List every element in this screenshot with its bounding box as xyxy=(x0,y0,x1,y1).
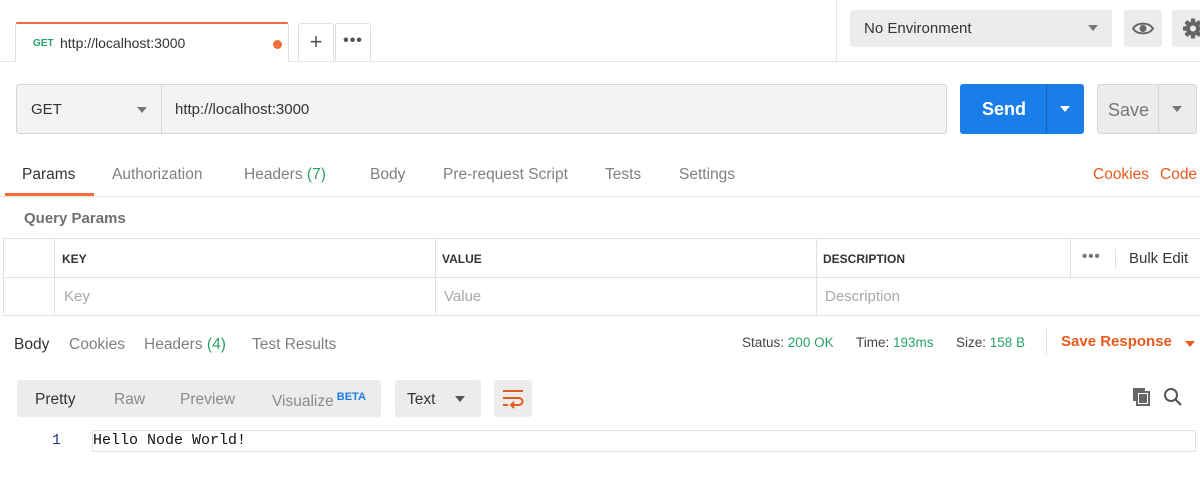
query-params-table: KEY VALUE DESCRIPTION ••• Bulk Edit Key … xyxy=(3,238,1200,316)
response-tab-test-results[interactable]: Test Results xyxy=(252,336,336,354)
save-response-button[interactable]: Save Response xyxy=(1061,333,1195,350)
wrap-lines-button[interactable] xyxy=(494,380,532,417)
time-readout: Time: 193ms xyxy=(856,335,934,350)
divider xyxy=(1115,249,1116,269)
status-value: 200 OK xyxy=(787,335,834,350)
divider xyxy=(435,239,436,316)
send-button[interactable]: Send xyxy=(960,84,1084,134)
divider xyxy=(4,277,1200,278)
format-toolbar: Pretty Raw Preview Visualize BETA xyxy=(17,380,381,417)
environment-label: No Environment xyxy=(864,20,972,37)
column-header-description: DESCRIPTION xyxy=(823,252,906,266)
query-params-title: Query Params xyxy=(24,210,126,227)
tab-headers[interactable]: Headers (7) xyxy=(244,166,326,184)
tab-more-button[interactable]: ••• xyxy=(335,23,371,61)
value-input[interactable]: Value xyxy=(444,288,481,305)
tab-body[interactable]: Body xyxy=(370,166,405,184)
key-input[interactable]: Key xyxy=(64,288,90,305)
gear-icon xyxy=(1183,18,1200,39)
size-readout: Size: 158 B xyxy=(956,335,1025,350)
save-button[interactable]: Save xyxy=(1097,84,1197,134)
response-tabs: Body Cookies Headers (4) Test Results St… xyxy=(0,324,1200,366)
description-input[interactable]: Description xyxy=(825,288,900,305)
response-tab-headers[interactable]: Headers (4) xyxy=(144,336,226,354)
wrap-lines-icon xyxy=(503,390,524,409)
tab-authorization[interactable]: Authorization xyxy=(112,166,202,184)
divider xyxy=(1070,239,1071,277)
active-tab-indicator xyxy=(5,193,94,196)
column-header-value: VALUE xyxy=(442,252,482,266)
response-tab-cookies[interactable]: Cookies xyxy=(69,336,125,354)
url-bar: GET xyxy=(16,84,947,134)
column-header-key: KEY xyxy=(62,252,87,266)
search-icon[interactable] xyxy=(1162,386,1184,408)
chevron-down-icon xyxy=(137,107,147,113)
method-label: GET xyxy=(31,101,62,118)
format-visualize-label: Visualize xyxy=(272,393,334,410)
chevron-down-icon xyxy=(455,396,465,402)
chevron-down-icon xyxy=(1088,25,1098,31)
request-tab-method: GET xyxy=(33,38,54,49)
divider xyxy=(1046,84,1047,134)
time-label: Time: xyxy=(856,335,890,350)
text-type-select[interactable]: Text xyxy=(395,380,481,417)
save-response-label: Save Response xyxy=(1061,333,1172,350)
divider xyxy=(816,239,817,316)
response-line-text: Hello Node World! xyxy=(93,432,247,449)
status-readout: Status: 200 OK xyxy=(742,335,834,350)
response-editor[interactable] xyxy=(92,430,1196,452)
send-options-chevron-icon[interactable] xyxy=(1060,106,1070,112)
line-number: 1 xyxy=(52,432,62,449)
tab-settings[interactable]: Settings xyxy=(679,166,735,184)
response-tab-headers-label: Headers xyxy=(144,336,203,353)
response-tab-body[interactable]: Body xyxy=(14,336,49,354)
method-select[interactable]: GET xyxy=(17,85,162,133)
tab-params[interactable]: Params xyxy=(22,166,75,184)
divider xyxy=(836,0,837,62)
text-type-label: Text xyxy=(407,391,436,408)
time-value: 193ms xyxy=(893,335,934,350)
tab-pre-request-script[interactable]: Pre-request Script xyxy=(443,166,568,184)
chevron-down-icon xyxy=(1185,341,1195,347)
cookies-link[interactable]: Cookies xyxy=(1093,166,1149,184)
url-input[interactable] xyxy=(163,85,945,133)
unsaved-dot-icon xyxy=(273,40,282,49)
format-preview[interactable]: Preview xyxy=(180,391,235,409)
save-options-chevron-icon[interactable] xyxy=(1172,106,1182,112)
size-label: Size: xyxy=(956,335,987,350)
format-raw[interactable]: Raw xyxy=(114,391,145,409)
size-value: 158 B xyxy=(989,335,1026,350)
column-options-button[interactable]: ••• xyxy=(1082,248,1101,265)
bulk-edit-link[interactable]: Bulk Edit xyxy=(1129,250,1188,267)
request-tab-title: http://localhost:3000 xyxy=(60,35,186,51)
divider xyxy=(54,239,55,316)
request-tabs: Params Authorization Headers (7) Body Pr… xyxy=(0,150,1200,197)
request-tab[interactable]: GET http://localhost:3000 xyxy=(15,22,289,62)
beta-badge: BETA xyxy=(336,391,366,403)
manage-environments-button[interactable] xyxy=(1172,10,1200,47)
send-label: Send xyxy=(982,99,1027,119)
divider xyxy=(1046,329,1047,355)
environment-quick-look-button[interactable] xyxy=(1124,10,1162,47)
format-visualize[interactable]: Visualize BETA xyxy=(272,391,366,411)
new-tab-button[interactable]: + xyxy=(298,23,334,61)
copy-icon[interactable] xyxy=(1131,386,1153,408)
format-pretty[interactable]: Pretty xyxy=(35,391,75,409)
save-label: Save xyxy=(1108,100,1150,120)
environment-select[interactable]: No Environment xyxy=(850,10,1112,47)
tab-headers-label: Headers xyxy=(244,166,303,183)
code-link[interactable]: Code xyxy=(1160,166,1197,184)
divider xyxy=(1158,85,1159,133)
response-headers-count: (4) xyxy=(206,336,226,353)
headers-count-badge: (7) xyxy=(306,166,326,183)
eye-icon xyxy=(1131,22,1155,35)
tab-tests[interactable]: Tests xyxy=(605,166,641,184)
status-label: Status: xyxy=(742,335,785,350)
